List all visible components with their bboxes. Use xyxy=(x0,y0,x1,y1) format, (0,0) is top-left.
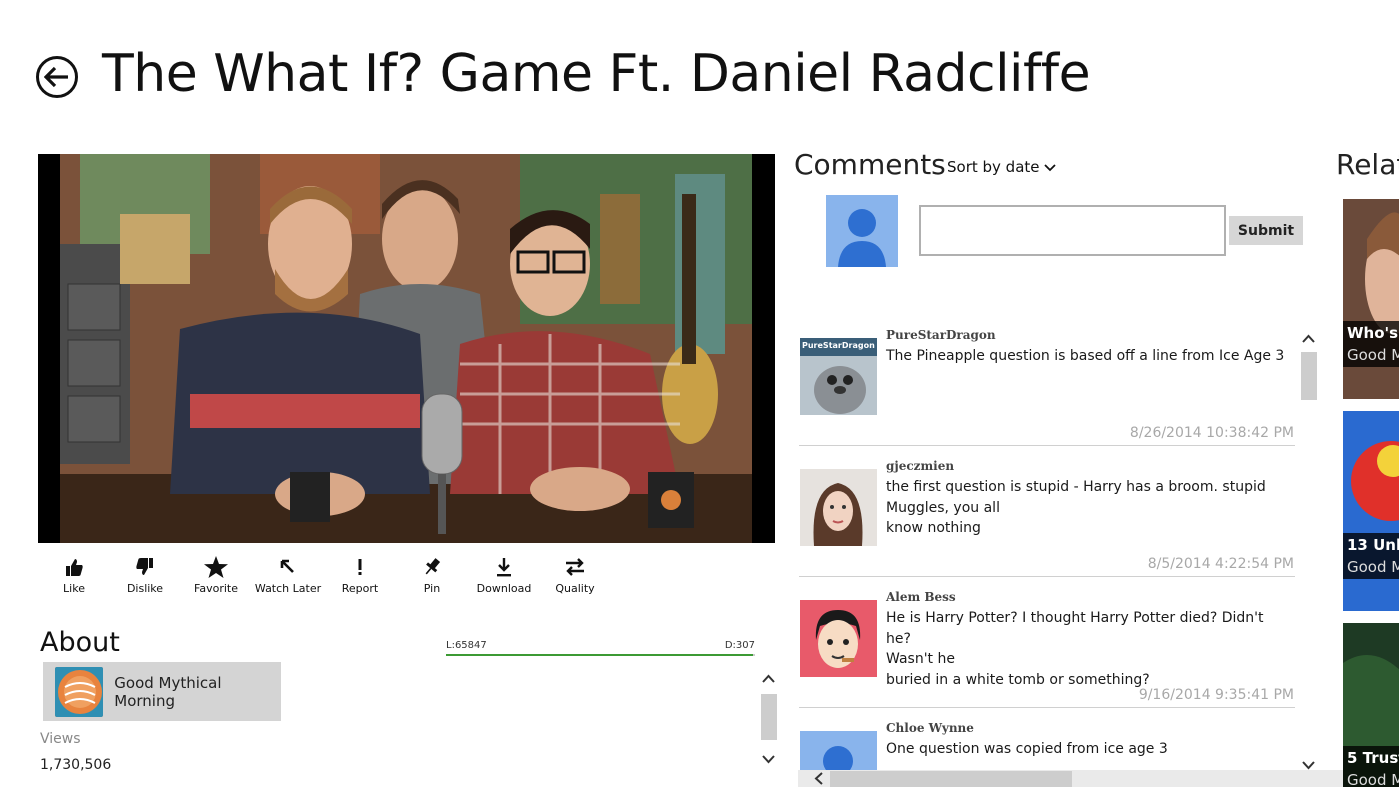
like-dislike-bar: L:65847 D:307 xyxy=(446,640,755,658)
pin-icon xyxy=(425,558,441,575)
about-scrollbar[interactable] xyxy=(760,668,777,776)
channel-tile[interactable]: Good Mythical Morning xyxy=(43,662,281,721)
comment-text: the first question is stupid - Harry has… xyxy=(886,479,1266,536)
comment-username: gjeczmien xyxy=(886,459,955,473)
about-scroll-thumb[interactable] xyxy=(761,694,777,740)
video-toolbar: Like Dislike Favorite Watch Later Report… xyxy=(38,556,608,600)
related-channel: Good M xyxy=(1347,558,1399,576)
comment-item: Alem Bess He is Harry Potter? I thought … xyxy=(799,582,1295,708)
related-title: 13 Unbe xyxy=(1347,536,1399,554)
video-player[interactable] xyxy=(38,154,775,543)
channel-name: Good Mythical Morning xyxy=(114,673,222,710)
back-button[interactable] xyxy=(36,56,78,98)
like-label: Like xyxy=(63,582,85,595)
comment-username: Alem Bess xyxy=(886,590,956,604)
dislikes-count: D:307 xyxy=(724,640,755,651)
scroll-up-arrow-icon[interactable] xyxy=(760,672,777,686)
comments-hscroll-thumb[interactable] xyxy=(830,771,1072,787)
related-video-tile[interactable]: 13 Unbe Good M xyxy=(1343,411,1399,611)
related-caption: 13 Unbe Good M xyxy=(1343,533,1399,579)
comment-text: The Pineapple question is based off a li… xyxy=(886,348,1285,364)
scroll-left-arrow-icon[interactable] xyxy=(812,770,826,787)
likes-count: L:65847 xyxy=(446,640,487,651)
related-caption: 5 Trust I Good M xyxy=(1343,746,1399,787)
comment-username: Chloe Wynne xyxy=(886,721,974,735)
commenter-avatar xyxy=(800,469,877,546)
scroll-down-arrow-icon[interactable] xyxy=(760,752,777,766)
comments-scroll-thumb[interactable] xyxy=(1301,352,1317,400)
dislike-label: Dislike xyxy=(126,582,164,595)
report-button[interactable]: Report xyxy=(324,556,396,600)
like-ratio-track xyxy=(446,654,755,656)
commenter-avatar xyxy=(800,600,877,677)
related-thumbnail xyxy=(1343,411,1399,611)
comment-text: He is Harry Potter? I thought Harry Pott… xyxy=(886,610,1264,688)
like-button[interactable]: Like xyxy=(38,556,110,600)
comment-item: gjeczmien the first question is stupid -… xyxy=(799,451,1295,577)
favorite-button[interactable]: Favorite xyxy=(180,556,252,600)
comments-vertical-scrollbar[interactable] xyxy=(1300,318,1317,776)
commenter-avatar: PureStarDragon xyxy=(800,338,877,415)
comment-date: 9/16/2014 9:35:41 PM xyxy=(1138,687,1294,703)
comment-date: 8/5/2014 4:22:54 PM xyxy=(1147,556,1294,572)
download-button[interactable]: Download xyxy=(468,556,540,600)
related-thumbnail xyxy=(1343,199,1399,399)
quality-button[interactable]: Quality xyxy=(539,556,611,600)
submit-button[interactable]: Submit xyxy=(1229,216,1303,245)
related-heading: Related xyxy=(1336,148,1399,181)
quality-label: Quality xyxy=(555,582,595,595)
download-icon xyxy=(497,558,511,577)
user-placeholder-icon xyxy=(838,209,886,267)
comment-text: One question was copied from ice age 3 xyxy=(886,741,1168,757)
views-label: Views xyxy=(40,731,81,747)
current-user-avatar xyxy=(826,195,898,267)
swap-arrows-icon xyxy=(566,558,584,576)
related-video-tile[interactable]: Who's M Good M xyxy=(1343,199,1399,399)
favorite-label: Favorite xyxy=(194,582,238,595)
sort-label: Sort by date xyxy=(947,158,1040,176)
commenter-avatar-caption: PureStarDragon xyxy=(802,341,875,350)
related-caption: Who's M Good M xyxy=(1343,321,1399,367)
chevron-down-icon xyxy=(1043,164,1056,172)
comment-input[interactable] xyxy=(919,205,1226,256)
scroll-up-arrow-icon[interactable] xyxy=(1300,332,1317,346)
comment-username: PureStarDragon xyxy=(886,328,996,342)
exclamation-icon xyxy=(358,559,362,575)
comment-item: PureStarDragon PureStarDragon The Pineap… xyxy=(799,320,1295,446)
download-label: Download xyxy=(476,582,532,595)
comment-date: 8/26/2014 10:38:42 PM xyxy=(1129,425,1294,441)
video-thumbnail-image xyxy=(60,154,752,543)
comments-heading: Comments xyxy=(794,148,946,181)
thumbs-down-icon xyxy=(136,558,153,575)
pin-button[interactable]: Pin xyxy=(396,556,468,600)
about-heading: About xyxy=(40,627,120,658)
channel-logo xyxy=(55,666,104,717)
related-channel: Good M xyxy=(1347,771,1399,787)
arrow-up-left-icon xyxy=(280,559,294,573)
report-label: Report xyxy=(341,582,379,595)
like-ratio-fill xyxy=(446,654,754,656)
related-video-tile[interactable]: 5 Trust I Good M xyxy=(1343,623,1399,787)
video-frame xyxy=(60,154,752,543)
views-value: 1,730,506 xyxy=(40,757,112,773)
dislike-button[interactable]: Dislike xyxy=(109,556,181,600)
pin-label: Pin xyxy=(423,582,441,595)
star-icon xyxy=(204,556,228,578)
comments-horizontal-scrollbar[interactable] xyxy=(798,770,1344,787)
related-title: 5 Trust I xyxy=(1347,749,1399,767)
thumbs-up-icon xyxy=(66,559,83,576)
watch-later-button[interactable]: Watch Later xyxy=(252,556,324,600)
watch-later-label: Watch Later xyxy=(254,582,322,595)
back-arrow-icon xyxy=(44,66,68,88)
page-title: The What If? Game Ft. Daniel Radcliffe xyxy=(102,44,1091,104)
sort-dropdown[interactable]: Sort by date xyxy=(947,158,1056,176)
related-channel: Good M xyxy=(1347,346,1399,364)
related-title: Who's M xyxy=(1347,324,1399,342)
